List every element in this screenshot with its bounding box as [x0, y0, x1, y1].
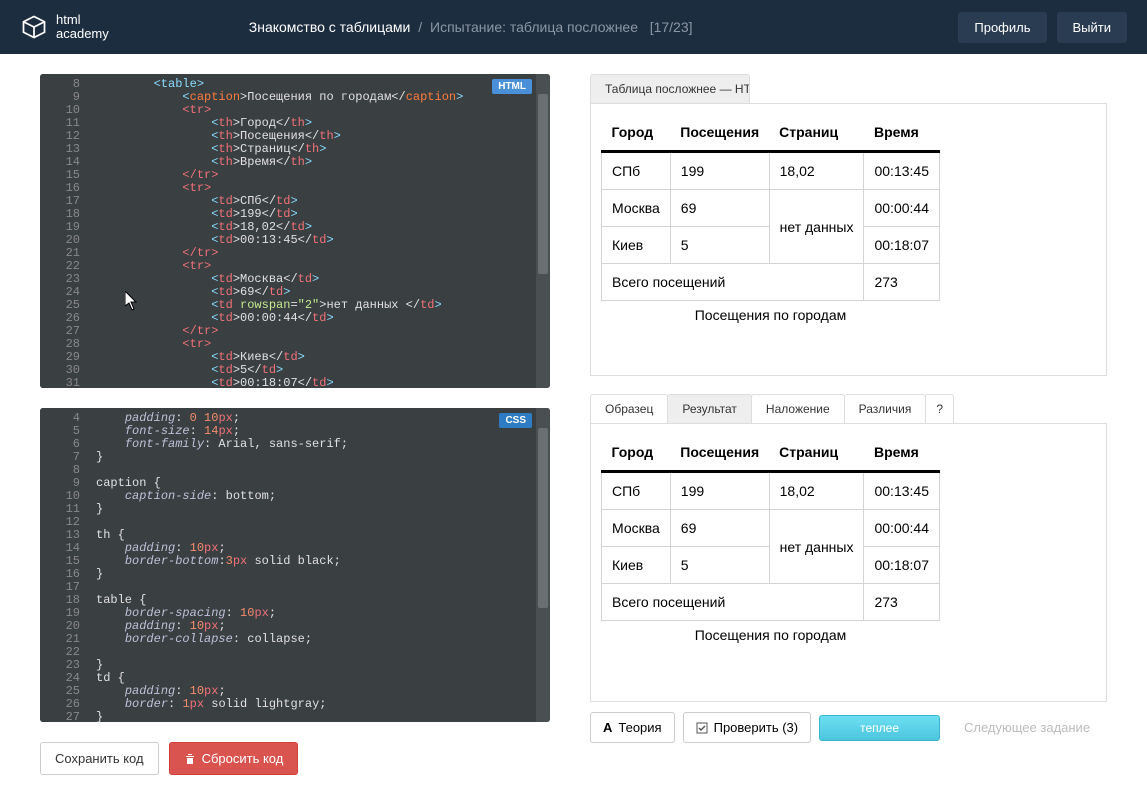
preview-tabstrip: Таблица посложнее — HTML Aca	[590, 74, 1107, 104]
css-scrollbar[interactable]	[536, 408, 550, 722]
compare-pane: Посещения по городам Город Посещения Стр…	[590, 424, 1107, 702]
table-footer-row: Всего посещений 273	[602, 584, 940, 621]
check-label: Проверить (3)	[714, 720, 799, 735]
css-badge: CSS	[499, 413, 532, 428]
html-scrollbar[interactable]	[536, 74, 550, 388]
breadcrumb-course[interactable]: Знакомство с таблицами	[249, 19, 411, 35]
tab-diff[interactable]: Различия	[844, 394, 927, 423]
html-badge: HTML	[492, 79, 532, 94]
table-header-row: Город Посещения Страниц Время	[602, 114, 940, 152]
table-row: СПб 199 18,02 00:13:45	[602, 472, 940, 510]
font-icon: A	[603, 720, 612, 735]
tab-help[interactable]: ?	[925, 394, 954, 423]
th-visits: Посещения	[670, 114, 769, 152]
trash-icon	[184, 753, 196, 765]
app-header: html academy Знакомство с таблицами / Ис…	[0, 0, 1147, 54]
table-header-row: Город Посещения Страниц Время	[602, 434, 940, 472]
css-editor[interactable]: CSS 456789101112131415161718192021222324…	[40, 408, 550, 722]
table-caption: Посещения по городам	[601, 621, 940, 649]
tab-result[interactable]: Результат	[667, 394, 752, 423]
table-row: Москва 69 нет данных 00:00:44	[602, 190, 940, 227]
breadcrumb-separator: /	[418, 19, 422, 35]
html-code-area[interactable]: <table> <caption>Посещения по городам</c…	[40, 74, 550, 388]
reset-button-label: Сбросить код	[202, 751, 284, 766]
save-button[interactable]: Сохранить код	[40, 742, 159, 775]
preview-tab[interactable]: Таблица посложнее — HTML Aca	[590, 74, 750, 103]
table-row: СПб 199 18,02 00:13:45	[602, 152, 940, 190]
breadcrumb-progress: [17/23]	[642, 19, 693, 35]
logo-text-top: html	[56, 13, 109, 27]
breadcrumb: Знакомство с таблицами / Испытание: табл…	[249, 19, 949, 35]
check-icon	[696, 722, 708, 734]
html-editor[interactable]: HTML 89101112131415161718192021222324252…	[40, 74, 550, 388]
logo-text-bottom: academy	[56, 27, 109, 41]
theory-button[interactable]: A Теория	[590, 712, 675, 743]
preview-table: Посещения по городам Город Посещения Стр…	[601, 114, 940, 329]
th-time: Время	[864, 114, 940, 152]
theory-label: Теория	[618, 720, 661, 735]
compare-table: Посещения по городам Город Посещения Стр…	[601, 434, 940, 649]
logo-icon	[20, 13, 48, 41]
check-button[interactable]: Проверить (3)	[683, 712, 812, 743]
next-task-link[interactable]: Следующее задание	[964, 720, 1090, 735]
table-row: Москва 69 нет данных 00:00:44	[602, 510, 940, 547]
preview-pane: Посещения по городам Город Посещения Стр…	[590, 104, 1107, 376]
compare-tabstrip: Образец Результат Наложение Различия ?	[590, 394, 1107, 424]
heat-button[interactable]: теплее	[819, 715, 940, 741]
css-code-area[interactable]: padding: 0 10px; font-size: 14px; font-f…	[40, 408, 550, 722]
footer-value: 273	[864, 264, 940, 301]
table-caption: Посещения по городам	[601, 301, 940, 329]
tab-sample[interactable]: Образец	[590, 394, 668, 423]
logout-button[interactable]: Выйти	[1057, 12, 1128, 43]
tab-overlay[interactable]: Наложение	[751, 394, 845, 423]
th-pages: Страниц	[769, 114, 864, 152]
footer-label: Всего посещений	[602, 264, 864, 301]
table-footer-row: Всего посещений 273	[602, 264, 940, 301]
profile-button[interactable]: Профиль	[958, 12, 1046, 43]
no-data-cell: нет данных	[769, 190, 864, 264]
th-city: Город	[602, 114, 671, 152]
reset-button[interactable]: Сбросить код	[169, 742, 299, 775]
breadcrumb-task: Испытание: таблица посложнее	[430, 19, 638, 35]
logo[interactable]: html academy	[20, 13, 109, 42]
